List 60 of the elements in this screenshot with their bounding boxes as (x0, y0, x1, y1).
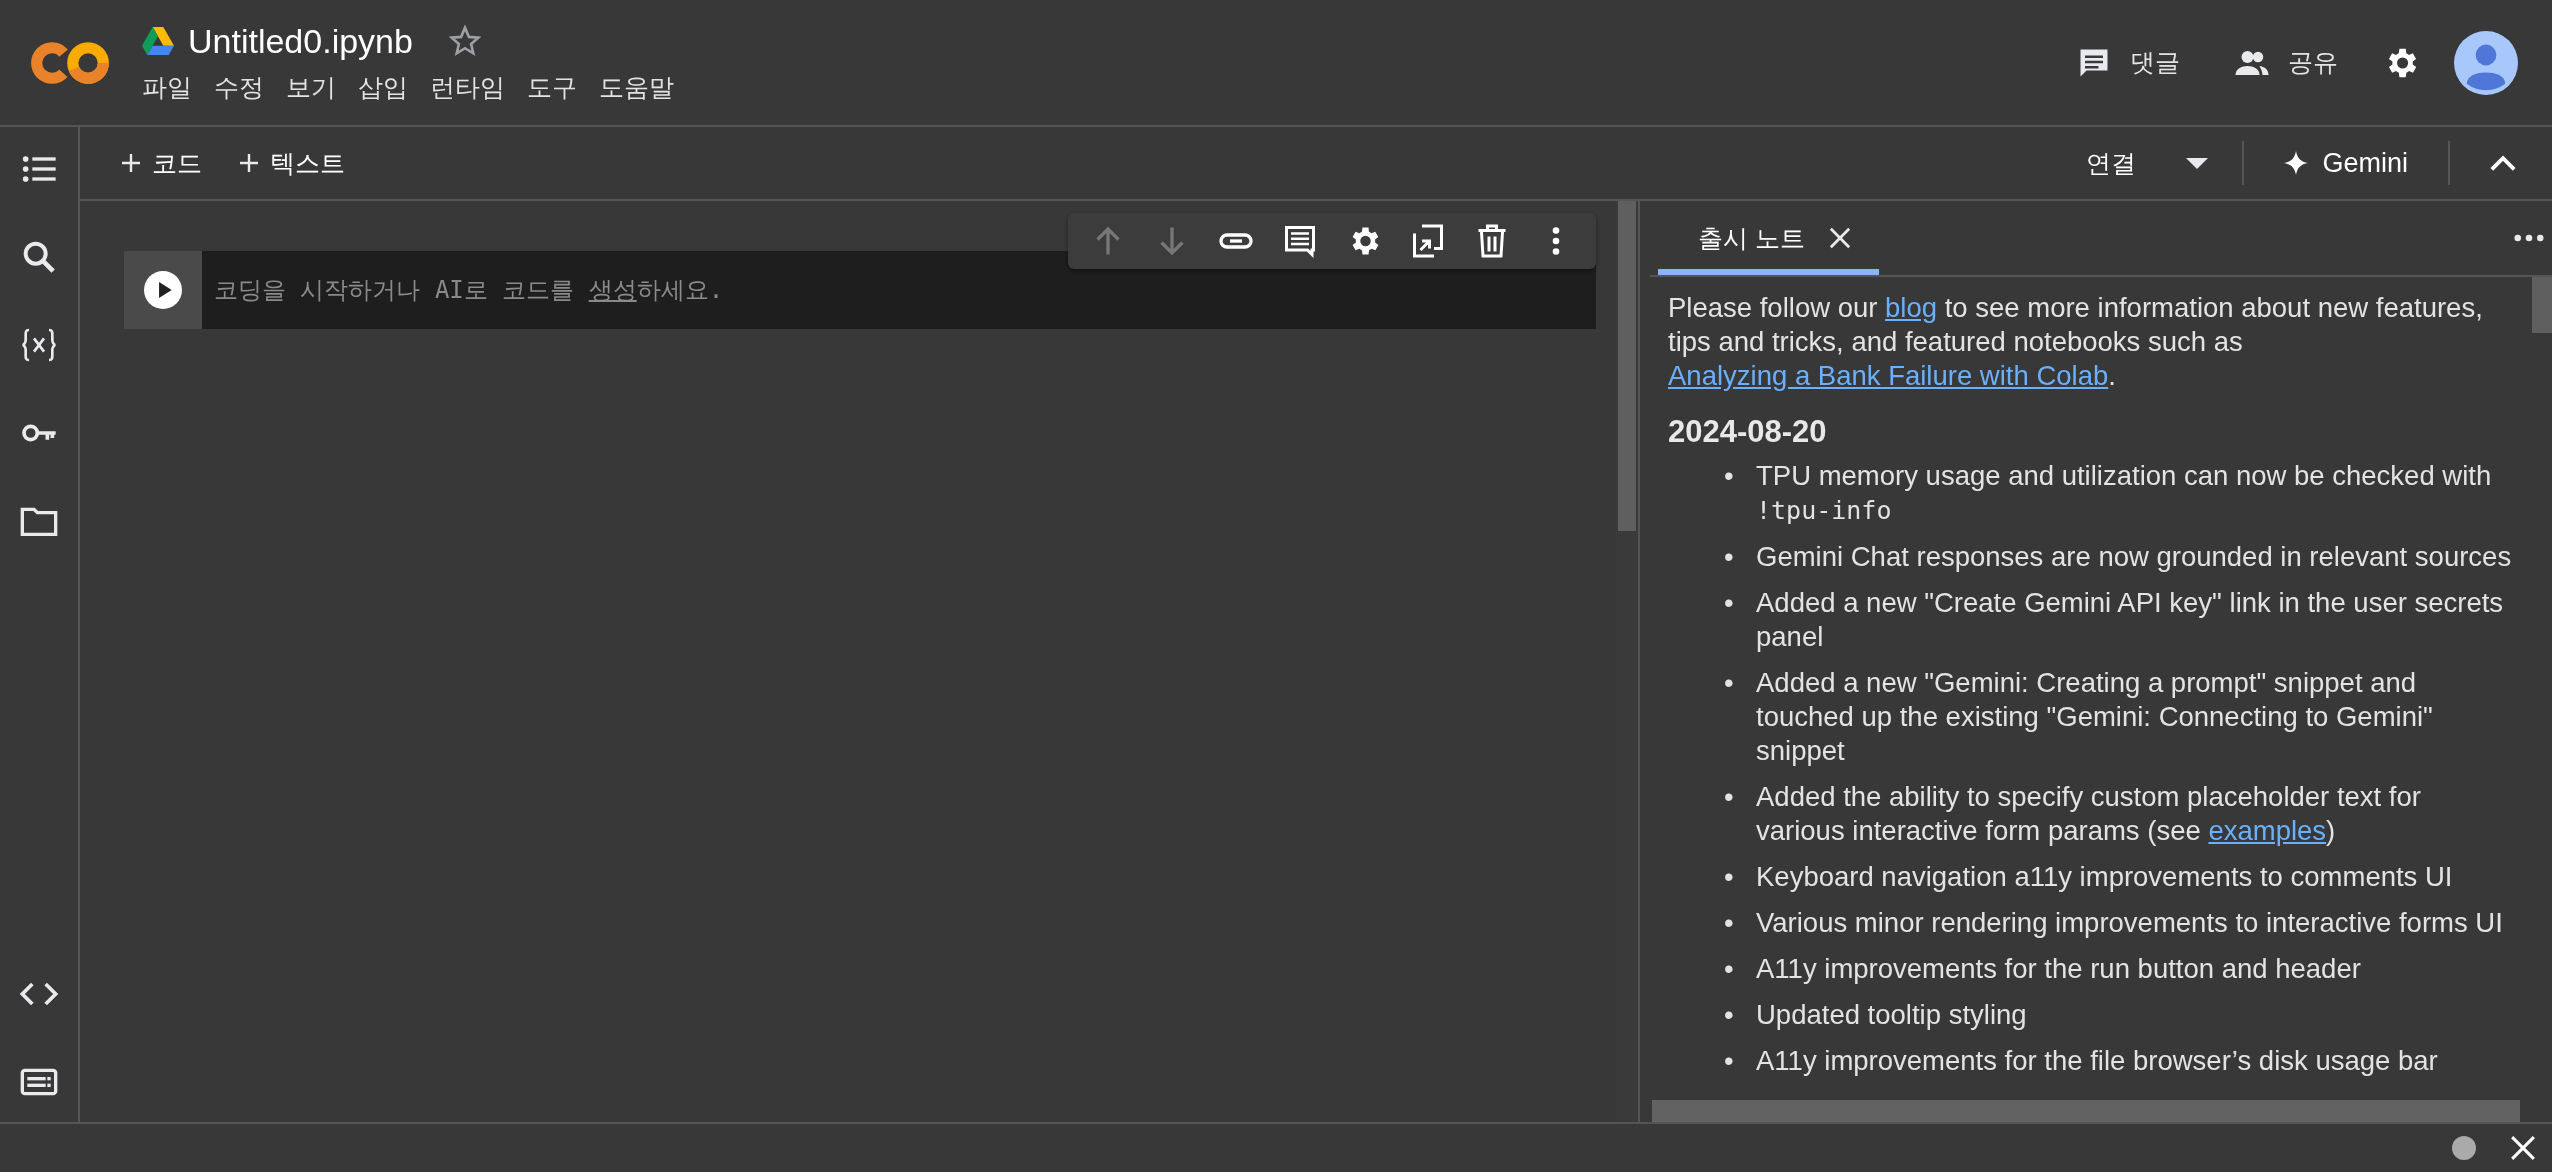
scrollbar-thumb[interactable] (2532, 277, 2552, 333)
menu-item[interactable]: 파일 (142, 70, 192, 104)
generate-link[interactable]: 생성 (588, 276, 637, 304)
list-bullet: • (1724, 952, 1735, 986)
notes-link[interactable]: examples (2208, 815, 2327, 846)
list-bullet: • (1724, 586, 1735, 620)
plus-icon (240, 154, 258, 172)
menu-item[interactable]: 도구 (527, 70, 577, 104)
avatar-icon[interactable] (2454, 30, 2518, 95)
star-icon[interactable] (448, 25, 481, 57)
status-indicator-icon (2452, 1136, 2476, 1160)
gemini-button[interactable]: Gemini (2254, 141, 2438, 185)
add-cell-button[interactable]: 텍스트 (226, 140, 359, 186)
release-note-item: Added a new "Gemini: Creating a prompt" snippet and touched up the existing "Gemini: Connecting to Gemini" snippet (1756, 666, 2434, 768)
mirror-cell-icon[interactable] (1410, 223, 1446, 259)
notes-link[interactable]: blog (1885, 292, 1938, 323)
list-bullet: • (1724, 459, 1735, 493)
editor-placeholder: 코딩을 시작하거나 AI로 코드를 생성하세요. (214, 275, 724, 306)
scrollbar-thumb[interactable] (1618, 201, 1636, 531)
list-bullet: • (1724, 1044, 1735, 1078)
menu-item[interactable]: 수정 (214, 70, 264, 104)
add-cell-button[interactable]: 코드 (108, 140, 216, 186)
release-notes-tab[interactable]: 출시 노트 (1658, 201, 1879, 275)
list-bullet: • (1724, 666, 1735, 700)
menu-item[interactable]: 삽입 (358, 70, 408, 104)
plus-icon (122, 154, 140, 172)
menu-item[interactable]: 도움말 (599, 70, 674, 104)
menu-item[interactable]: 런타임 (430, 70, 505, 104)
notes-link[interactable]: Analyzing a Bank Failure with Colab (1668, 360, 2109, 391)
list-bullet: • (1724, 780, 1735, 814)
release-note-item: A11y improvements for the run button and header (1756, 952, 2362, 986)
release-note-item: TPU memory usage and utilization can now be checked with !tpu-info (1756, 459, 2493, 527)
list-bullet: • (1724, 540, 1735, 574)
comments-button[interactable]: 댓글 (2066, 40, 2190, 85)
comment-icon[interactable] (1282, 223, 1318, 259)
run-button[interactable] (144, 271, 182, 309)
connect-button[interactable]: 연결 (2066, 140, 2157, 186)
notebook-title[interactable]: Untitled0.ipynb (188, 21, 413, 61)
close-icon[interactable] (1828, 227, 1851, 249)
release-note-item: Gemini Chat responses are now grounded in relevant sources (1756, 540, 2512, 574)
list-bullet: • (1724, 860, 1735, 894)
horizontal-scrollbar[interactable] (1652, 1100, 2520, 1122)
release-note-item: Added the ability to specify custom placeholder text for various interactive form params (see examples) (1756, 780, 2422, 848)
release-note-item: A11y improvements for the file browser’s disk usage bar (1756, 1044, 2439, 1078)
list-bullet: • (1724, 998, 1735, 1032)
list-bullet: • (1724, 906, 1735, 940)
release-note-item: Updated tooltip styling (1756, 998, 2028, 1032)
release-note-item: Added a new "Create Gemini API key" link in the user secrets panel (1756, 586, 2505, 654)
release-note-item: Keyboard navigation a11y improvements to comments UI (1756, 860, 2454, 894)
collapse-icon[interactable] (2490, 155, 2516, 171)
release-note-item: Various minor rendering improvements to interactive forms UI (1756, 906, 2504, 940)
more-horizontal-icon[interactable] (2514, 233, 2544, 243)
tab-label: 출시 노트 (1698, 222, 1805, 254)
drive-icon (142, 27, 174, 55)
sparkle-icon (2284, 151, 2309, 175)
intro-paragraph: Please follow our blog to see more information about new features, tips and tricks, and featured notebooks such as Analyzing a Bank Failure with Colab. (1668, 291, 2484, 393)
release-date-heading: 2024-08-20 (1668, 415, 1828, 449)
menu-item[interactable]: 보기 (286, 70, 336, 104)
dropdown-icon[interactable] (2186, 157, 2209, 169)
share-button[interactable]: 공유 (2224, 40, 2348, 85)
